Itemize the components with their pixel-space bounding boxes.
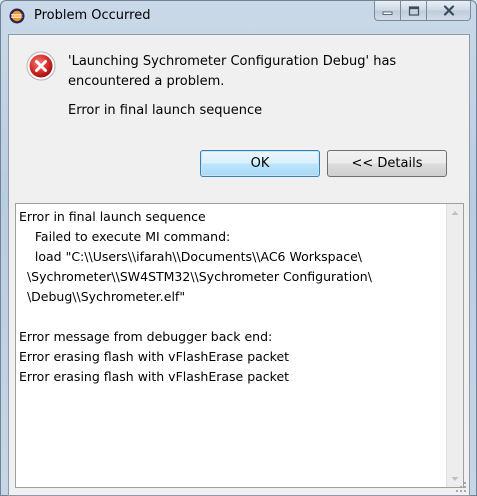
details-line: Error erasing flash with vFlashErase pac… bbox=[19, 369, 290, 384]
details-line: Error message from debugger back end: bbox=[19, 329, 273, 344]
problem-message-line1: 'Launching Sychrometer Configuration Deb… bbox=[68, 54, 397, 69]
problem-dialog-window: Problem Occurred 'Launching Sychrometer … bbox=[0, 0, 477, 496]
minimize-icon bbox=[382, 11, 393, 15]
details-line: Failed to execute MI command: bbox=[19, 229, 231, 244]
vertical-scrollbar[interactable] bbox=[446, 204, 463, 487]
eclipse-icon bbox=[9, 8, 25, 24]
details-text: Error in final launch sequence Failed to… bbox=[19, 207, 445, 387]
details-line: Error erasing flash with vFlashErase pac… bbox=[19, 349, 290, 364]
maximize-icon bbox=[408, 5, 419, 16]
maximize-button[interactable] bbox=[401, 1, 427, 21]
details-line bbox=[19, 307, 445, 327]
details-line: load "C:\\Users\\ifarah\\Documents\\AC6 … bbox=[19, 249, 363, 264]
details-text-area[interactable]: Error in final launch sequence Failed to… bbox=[15, 203, 464, 488]
details-button[interactable]: << Details bbox=[327, 150, 447, 177]
minimize-button[interactable] bbox=[374, 1, 401, 21]
error-summary: Error in final launch sequence bbox=[68, 103, 263, 118]
scroll-up-icon bbox=[451, 210, 459, 215]
resize-grip-icon[interactable] bbox=[455, 481, 467, 493]
problem-message-line2: encountered a problem. bbox=[68, 74, 225, 89]
dialog-body: 'Launching Sychrometer Configuration Deb… bbox=[8, 34, 470, 496]
window-title: Problem Occurred bbox=[34, 8, 151, 23]
scroll-up-button[interactable] bbox=[447, 204, 463, 221]
error-icon bbox=[26, 51, 56, 81]
close-button[interactable] bbox=[427, 1, 471, 21]
problem-message: 'Launching Sychrometer Configuration Deb… bbox=[68, 52, 458, 92]
title-bar[interactable]: Problem Occurred bbox=[1, 1, 476, 33]
caption-buttons bbox=[374, 1, 471, 21]
details-line: \Sychrometer\\SW4STM32\\Sychrometer Conf… bbox=[19, 269, 372, 284]
details-line: \Debug\\Sychrometer.elf" bbox=[19, 289, 186, 304]
close-icon bbox=[443, 5, 454, 16]
ok-button[interactable]: OK bbox=[200, 150, 320, 177]
details-line: Error in final launch sequence bbox=[19, 209, 206, 224]
